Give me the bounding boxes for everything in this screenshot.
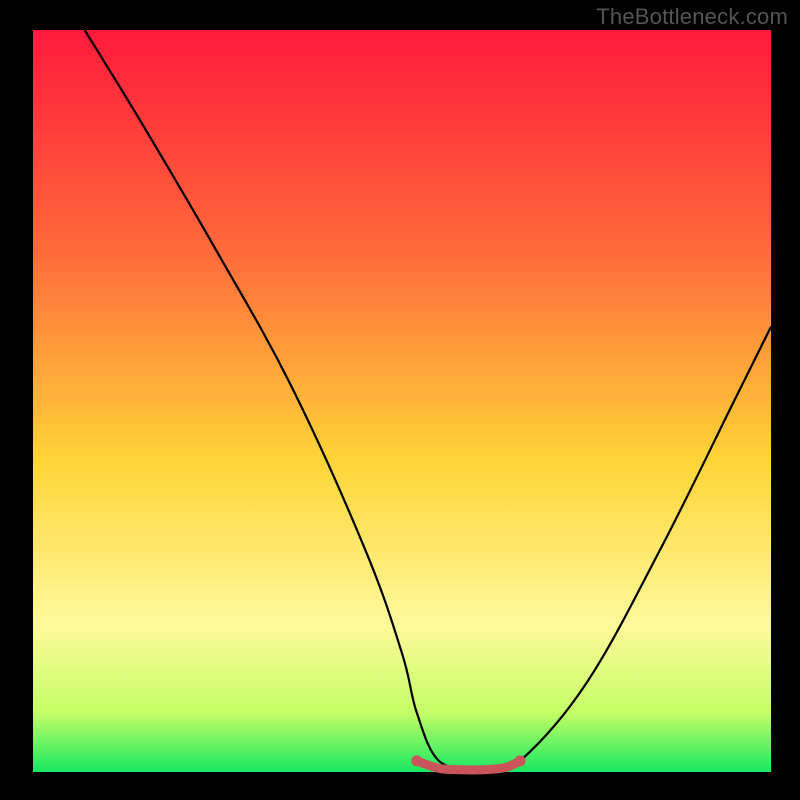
bottleneck-chart	[0, 0, 800, 800]
watermark-text: TheBottleneck.com	[596, 4, 788, 30]
chart-container: TheBottleneck.com	[0, 0, 800, 800]
plot-gradient-background	[33, 30, 771, 772]
highlight-end-dot-right	[515, 755, 526, 766]
highlight-end-dot-left	[411, 755, 422, 766]
